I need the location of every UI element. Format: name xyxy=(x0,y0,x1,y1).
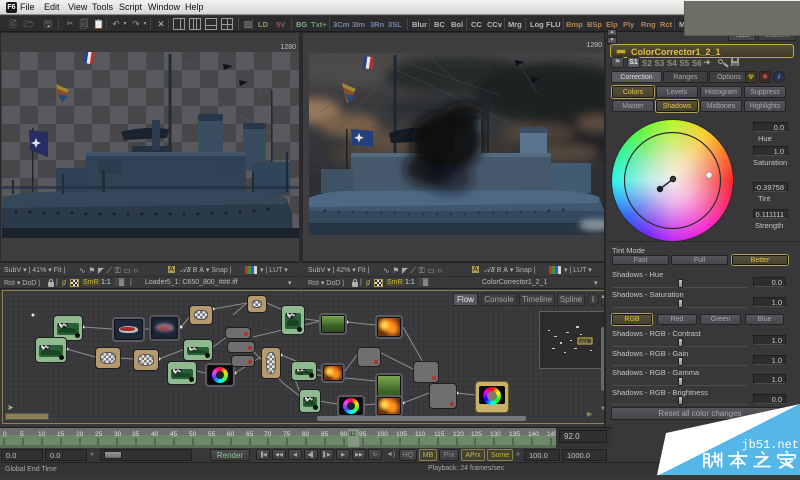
svg-text:105: 105 xyxy=(396,431,407,438)
svg-text:CC1: CC1 xyxy=(580,339,589,344)
svg-text:80: 80 xyxy=(302,431,310,438)
svg-text:5: 5 xyxy=(20,431,24,438)
svg-text:70: 70 xyxy=(264,431,272,438)
svg-text:jb51.net: jb51.net xyxy=(741,438,799,452)
svg-text:130: 130 xyxy=(490,431,501,438)
svg-text:90: 90 xyxy=(340,431,348,438)
svg-text:0: 0 xyxy=(3,431,7,438)
svg-text:140: 140 xyxy=(528,431,539,438)
svg-text:25: 25 xyxy=(95,431,103,438)
svg-text:50: 50 xyxy=(189,431,197,438)
svg-text:135: 135 xyxy=(509,431,520,438)
svg-text:30: 30 xyxy=(114,431,122,438)
svg-text:92: 92 xyxy=(349,432,356,438)
svg-text:100: 100 xyxy=(377,431,388,438)
svg-text:45: 45 xyxy=(170,431,178,438)
svg-text:20: 20 xyxy=(76,431,84,438)
svg-text:125: 125 xyxy=(471,431,482,438)
svg-text:95: 95 xyxy=(359,431,367,438)
svg-text:65: 65 xyxy=(246,431,254,438)
svg-text:40: 40 xyxy=(151,431,159,438)
svg-text:120: 120 xyxy=(453,431,464,438)
svg-text:85: 85 xyxy=(321,431,329,438)
svg-text:75: 75 xyxy=(283,431,291,438)
svg-text:110: 110 xyxy=(415,431,426,438)
svg-text:60: 60 xyxy=(227,431,235,438)
svg-text:15: 15 xyxy=(57,431,65,438)
svg-text:115: 115 xyxy=(434,431,445,438)
svg-text:55: 55 xyxy=(208,431,216,438)
svg-text:35: 35 xyxy=(132,431,140,438)
svg-text:10: 10 xyxy=(38,431,46,438)
